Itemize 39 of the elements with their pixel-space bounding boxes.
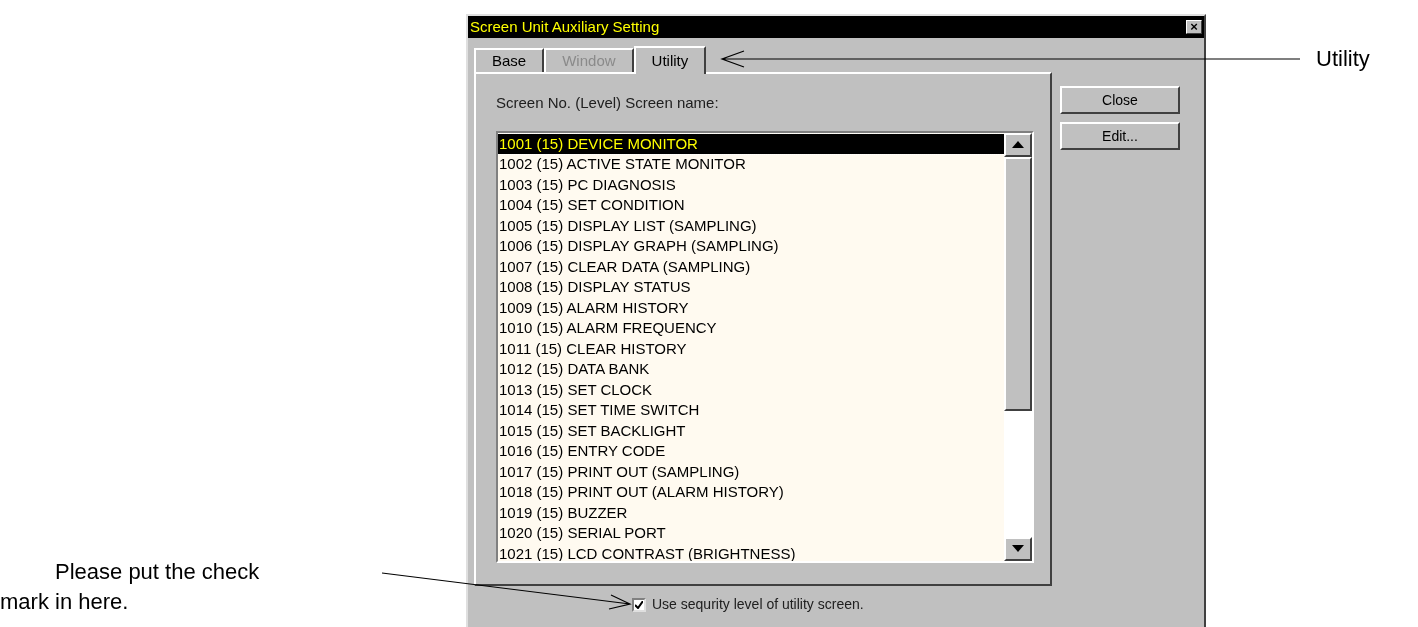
dialog-button[interactable]: Edit... — [1060, 122, 1180, 150]
list-item[interactable]: 1013 (15) SET CLOCK — [498, 379, 1004, 400]
scroll-up-button[interactable] — [1004, 132, 1032, 157]
list-item[interactable]: 1016 (15) ENTRY CODE — [498, 441, 1004, 462]
list-item[interactable]: 1011 (15) CLEAR HISTORY — [498, 338, 1004, 359]
list-item[interactable]: 1003 (15) PC DIAGNOSIS — [498, 174, 1004, 195]
list-item[interactable]: 1019 (15) BUZZER — [498, 502, 1004, 523]
list-label: Screen No. (Level) Screen name: — [496, 93, 720, 113]
close-button[interactable]: × — [1186, 20, 1202, 34]
list-item[interactable]: 1008 (15) DISPLAY STATUS — [498, 277, 1004, 298]
list-item[interactable]: 1004 (15) SET CONDITION — [498, 195, 1004, 216]
checkbox[interactable] — [632, 597, 646, 612]
annotation-text: Utility — [1316, 46, 1370, 71]
list-item[interactable]: 1018 (15) PRINT OUT (ALARM HISTORY) — [498, 482, 1004, 503]
list-item[interactable]: 1009 (15) ALARM HISTORY — [498, 297, 1004, 318]
window-title: Screen Unit Auxiliary Setting — [470, 16, 660, 37]
scrollbar[interactable] — [1004, 132, 1032, 561]
list-item[interactable]: 1020 (15) SERIAL PORT — [498, 523, 1004, 544]
scroll-thumb[interactable] — [1004, 156, 1032, 411]
checkbox-label: Use sequrity level of utility screen. — [652, 595, 864, 614]
annotation-text: mark in here. — [0, 588, 129, 616]
scroll-down-button[interactable] — [1004, 536, 1032, 561]
list-item[interactable]: 1001 (15) DEVICE MONITOR — [498, 133, 1004, 154]
list-item[interactable]: 1015 (15) SET BACKLIGHT — [498, 420, 1004, 441]
list-item[interactable]: 1002 (15) ACTIVE STATE MONITOR — [498, 154, 1004, 175]
tab[interactable]: Utility — [633, 46, 707, 74]
dialog-button[interactable]: Close — [1060, 86, 1180, 114]
list-item[interactable]: 1005 (15) DISPLAY LIST (SAMPLING) — [498, 215, 1004, 236]
down-arrow-icon — [1012, 545, 1024, 552]
list-item[interactable]: 1012 (15) DATA BANK — [498, 359, 1004, 380]
list-item[interactable]: 1010 (15) ALARM FREQUENCY — [498, 318, 1004, 339]
annotation-text: Please put the check — [54, 558, 260, 586]
check-icon — [635, 600, 643, 609]
list-item[interactable]: 1006 (15) DISPLAY GRAPH (SAMPLING) — [498, 236, 1004, 257]
list-item[interactable]: 1007 (15) CLEAR DATA (SAMPLING) — [498, 256, 1004, 277]
tab[interactable]: Base — [474, 48, 545, 72]
list-item[interactable]: 1017 (15) PRINT OUT (SAMPLING) — [498, 461, 1004, 482]
list-item[interactable]: 1014 (15) SET TIME SWITCH — [498, 400, 1004, 421]
up-arrow-icon — [1012, 141, 1024, 148]
